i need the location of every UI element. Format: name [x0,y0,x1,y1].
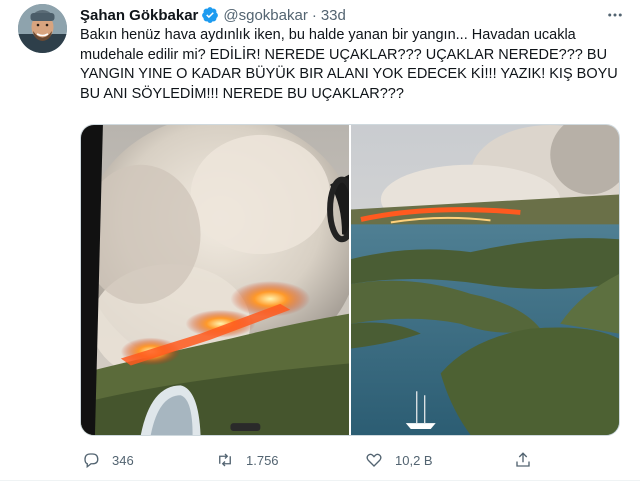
like-button[interactable]: 10,2 B [365,451,433,469]
timestamp[interactable]: 33d [321,7,346,24]
tweet-text: Bakın henüz hava aydınlık iken, bu halde… [80,27,622,102]
like-count: 10,2 B [395,452,433,468]
heart-icon [366,453,382,467]
reply-icon [84,453,99,469]
retweet-count: 1.756 [246,452,279,468]
tweet[interactable]: Şahan Gökbakar @sgokbakar · 33d Bakın he… [0,0,640,481]
share-icon [516,452,530,467]
reply-count: 346 [112,452,134,468]
fire-photo-right[interactable] [351,125,619,435]
retweet-button[interactable]: 1.756 [216,451,279,469]
more-icon[interactable] [606,6,624,24]
fire-photo-left[interactable] [81,125,349,435]
retweet-icon [219,453,231,467]
verified-badge-icon [201,6,219,24]
handle[interactable]: @sgokbakar [223,7,307,24]
display-name[interactable]: Şahan Gökbakar [80,7,198,24]
separator-dot: · [311,6,317,24]
tweet-header: Şahan Gökbakar @sgokbakar · 33d [80,5,624,25]
avatar[interactable] [18,4,67,53]
avatar-image [18,4,67,53]
tweet-actions: 346 1.756 10,2 B [80,449,600,471]
share-button[interactable] [514,451,544,469]
media-grid [80,124,620,436]
reply-button[interactable]: 346 [82,451,134,469]
